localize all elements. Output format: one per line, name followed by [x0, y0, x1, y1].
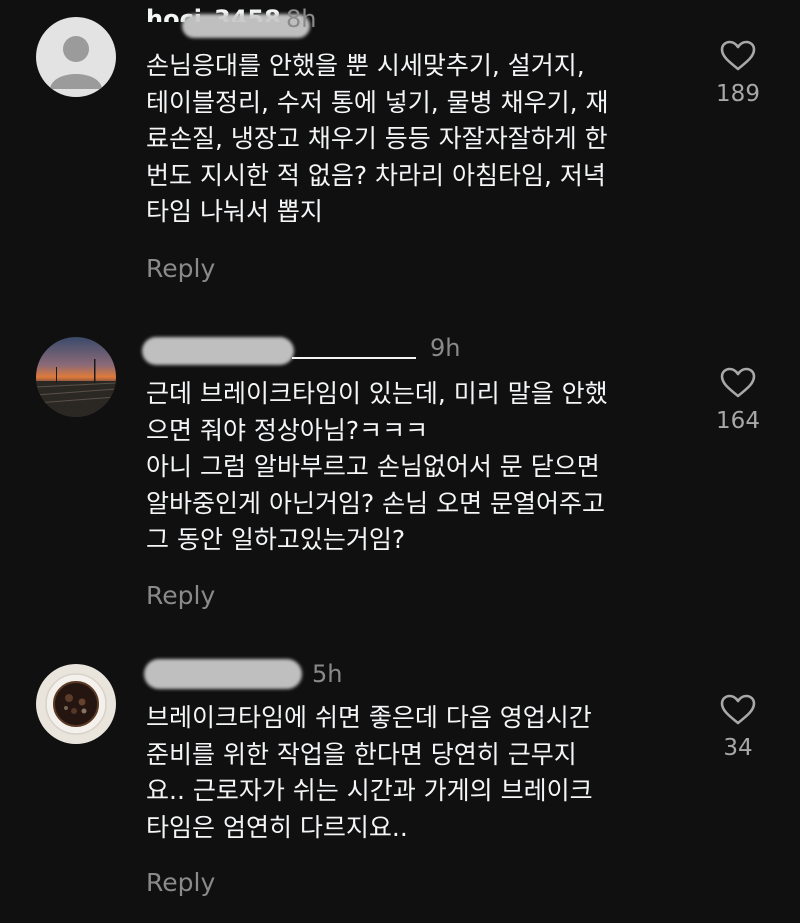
avatar[interactable]: [36, 664, 116, 744]
comment-line: 근데 브레이크타임이 있는데, 미리 말을 안했: [146, 379, 608, 408]
comment-line: 손님응대를 안했을 뿐 시세맞추기, 설거지,: [146, 51, 585, 80]
comment-line: 그 동안 일하고있는거임?: [146, 525, 406, 555]
heart-icon[interactable]: [720, 694, 756, 726]
coffee-cup-photo: [36, 664, 116, 744]
comment-text: 근데 브레이크타임이 있는데, 미리 말을 안했 으면 줘야 정상아님?ㅋㅋㅋ …: [146, 376, 686, 559]
comment-line: 브레이크타임에 쉬면 좋은데 다음 영업시간: [146, 703, 592, 732]
comment-text: 손님응대를 안했을 뿐 시세맞추기, 설거지, 테이블정리, 수저 통에 넣기,…: [146, 48, 686, 231]
comment-line: 테이블정리, 수저 통에 넣기, 물병 채우기, 재: [146, 87, 609, 117]
avatar[interactable]: [36, 17, 116, 97]
comment-line: 타임은 엄연히 다르지요..: [146, 812, 408, 842]
comment-line: 료손질, 냉장고 채우기 등등 자잘자잘하게 한: [146, 124, 608, 154]
comment-line: 아니 그럼 알바부르고 손님없어서 문 닫으면: [146, 452, 600, 482]
username-underline: [292, 357, 416, 359]
heart-icon[interactable]: [720, 40, 756, 72]
like-control: 34: [700, 694, 776, 762]
comment-text: 브레이크타임에 쉬면 좋은데 다음 영업시간 준비를 위한 작업을 한다면 당연…: [146, 700, 686, 846]
sunset-photo: [36, 337, 116, 417]
like-count: 34: [723, 735, 753, 761]
like-count: 189: [716, 81, 760, 107]
comment-line: 타임 나눠서 뽑지: [146, 197, 323, 227]
like-control: 189: [700, 40, 776, 108]
comment-line: 준비를 위한 작업을 한다면 당연히 근무지: [146, 739, 577, 769]
comment-line: 요.. 근로자가 쉬는 시간과 가게의 브레이크: [146, 776, 593, 806]
like-control: 164: [700, 367, 776, 435]
heart-icon[interactable]: [720, 367, 756, 399]
timestamp: 9h: [430, 334, 461, 362]
reply-button[interactable]: Reply: [146, 581, 215, 611]
like-count: 164: [716, 408, 760, 434]
timestamp: 8h: [286, 5, 317, 33]
default-user-icon: [36, 17, 116, 97]
comment-meta: hoci_3458 8h: [146, 4, 316, 38]
reply-button[interactable]: Reply: [146, 868, 215, 898]
username-redaction: [142, 337, 294, 365]
username-redaction: [144, 659, 302, 689]
comment-line: 번도 지시한 적 없음? 차라리 아침타임, 저녁: [146, 160, 606, 190]
comment-line: 알바중인게 아닌거임? 손님 오면 문열어주고: [146, 488, 606, 518]
reply-button[interactable]: Reply: [146, 254, 215, 284]
avatar[interactable]: [36, 337, 116, 417]
comment-line: 으면 줘야 정상아님?ㅋㅋㅋ: [146, 415, 429, 445]
timestamp: 5h: [312, 660, 343, 688]
